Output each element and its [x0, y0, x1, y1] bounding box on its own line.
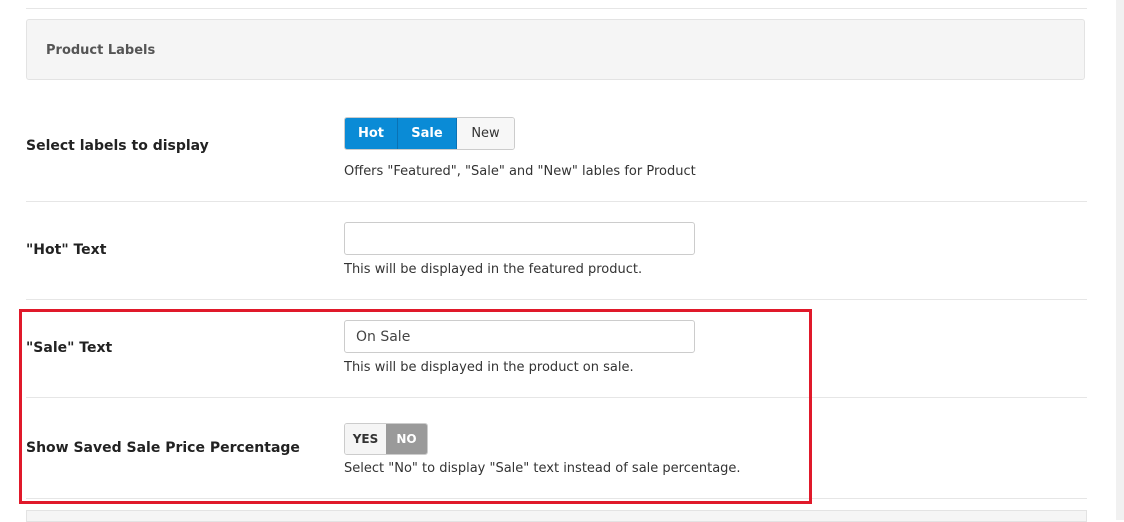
labels-row-description: Offers "Featured", "Sale" and "New" labl…	[344, 164, 696, 179]
section-title: Product Labels	[46, 43, 156, 58]
section-header: Product Labels	[26, 19, 1085, 80]
labels-row-label: Select labels to display	[26, 138, 209, 154]
hot-text-description: This will be displayed in the featured p…	[344, 262, 643, 277]
hot-text-input[interactable]	[344, 222, 695, 255]
vertical-scrollbar[interactable]	[1116, 0, 1124, 520]
divider	[26, 299, 1087, 300]
highlight-annotation-box	[19, 309, 812, 504]
label-option-new-button[interactable]: New	[457, 118, 514, 149]
labels-button-group: Hot Sale New	[344, 117, 515, 150]
hot-text-label: "Hot" Text	[26, 242, 107, 258]
divider	[26, 201, 1087, 202]
divider	[26, 8, 1087, 9]
label-option-hot-button[interactable]: Hot	[345, 118, 398, 149]
label-option-sale-button[interactable]: Sale	[398, 118, 457, 149]
next-section-header	[26, 510, 1087, 522]
